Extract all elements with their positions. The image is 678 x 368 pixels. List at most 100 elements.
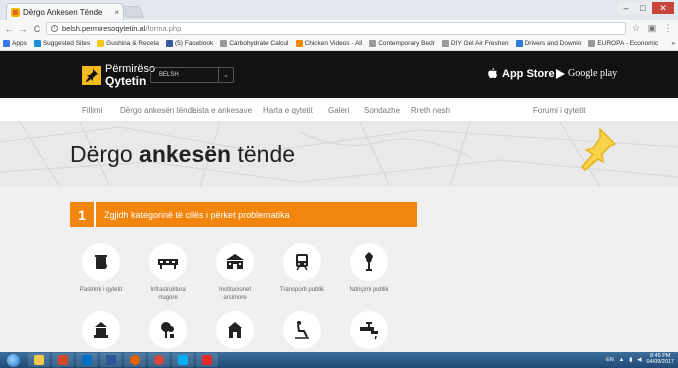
powerpoint-icon (58, 355, 68, 365)
bookmark-item[interactable]: Gushina & Receta (97, 40, 159, 47)
bookmark-label: Contemporary Bedr (378, 40, 435, 47)
google-play-icon (556, 68, 565, 79)
reload-icon[interactable]: C (32, 24, 42, 34)
address-bar-row: ← → C i belsh.permiresoqytetin.al/forma.… (0, 20, 678, 37)
category-city-cleaning[interactable]: Pastrimi i qytetit (73, 243, 129, 295)
site-favicon-icon (11, 7, 20, 17)
bookmark-item[interactable]: EUROPA - Economic (588, 40, 658, 47)
bookmark-icon (588, 40, 596, 47)
tree-icon (149, 311, 187, 349)
window-close-icon[interactable]: ✕ (652, 2, 674, 14)
category-road-infrastructure[interactable]: Infrastruktura rrugore (140, 243, 196, 302)
bookmark-icon (369, 40, 377, 47)
category-water[interactable] (341, 311, 397, 349)
nav-item-home[interactable]: Fillimi (82, 106, 102, 115)
skype-icon (178, 355, 188, 365)
app-store-label: App Store (502, 68, 555, 80)
nav-item-city-map[interactable]: Harta e qytetit (263, 106, 313, 115)
new-tab-button[interactable] (121, 6, 145, 18)
building-icon (82, 311, 120, 349)
bookmark-item[interactable]: Drivers and Downlo (515, 40, 581, 47)
nav-item-surveys[interactable]: Sondazhe (364, 106, 400, 115)
tab-title: Dërgo Ankesen Tënde (23, 7, 103, 17)
clock-date: 04/09/2017 (646, 358, 674, 365)
bookmark-label: Apps (12, 40, 27, 47)
clock[interactable]: 8:45 PM 04/09/2017 (646, 353, 674, 366)
category-public-transport[interactable]: Transporti publik (274, 243, 330, 295)
category-greenery[interactable] (140, 311, 196, 349)
step-label: Zgjidh kategorinë të cilës i përket prob… (104, 209, 290, 220)
bookmark-label: Suggested Sites (42, 40, 91, 47)
bookmark-item[interactable]: Chicken Videos - All (295, 40, 363, 47)
browser-menu-icon[interactable]: ⋮ (662, 23, 674, 34)
bookmark-item[interactable]: Apps (3, 40, 27, 47)
window-controls: – □ ✕ (618, 2, 674, 14)
bookmark-star-icon[interactable]: ☆ (630, 23, 642, 34)
site-info-icon[interactable]: i (51, 25, 58, 32)
taskbar-outlook[interactable] (76, 353, 98, 367)
tab-close-icon[interactable]: × (114, 8, 119, 17)
extension-icon[interactable]: ▣ (646, 23, 658, 34)
train-icon (283, 243, 321, 281)
url-input[interactable]: i belsh.permiresoqytetin.al/forma.php (46, 22, 626, 35)
bookmark-icon (97, 40, 105, 47)
language-indicator[interactable]: EN (606, 357, 614, 363)
back-icon[interactable]: ← (4, 24, 14, 34)
taskbar-acrobat[interactable] (196, 353, 218, 367)
nav-item-forum[interactable]: Forumi i qytetit (533, 106, 585, 115)
outlook-icon (82, 355, 92, 365)
nav-item-gallery[interactable]: Galeri (328, 106, 349, 115)
taskbar-powerpoint[interactable] (52, 353, 74, 367)
start-button[interactable] (0, 352, 26, 368)
maximize-icon[interactable]: □ (635, 2, 651, 14)
minimize-icon[interactable]: – (618, 2, 634, 14)
taskbar-firefox[interactable] (124, 353, 146, 367)
google-play-label: Google play (568, 68, 618, 79)
chrome-icon (154, 355, 164, 365)
page-title-part2: tënde (231, 141, 296, 167)
nav-item-send-complaint[interactable]: Dërgo ankesën tënde (120, 106, 197, 115)
bookmark-icon (3, 40, 10, 47)
bookmark-item[interactable]: Suggested Sites (33, 40, 91, 47)
browser-titlebar: Dërgo Ankesen Tënde × – □ ✕ (0, 0, 678, 20)
category-building[interactable] (73, 311, 129, 349)
site-logo[interactable]: Përmirëso Qytetin (82, 64, 155, 87)
page-title: Dërgo ankesën tënde (70, 141, 295, 168)
category-social[interactable] (207, 311, 263, 349)
taskbar-explorer[interactable] (28, 353, 50, 367)
bookmark-item[interactable]: Contemporary Bedr (369, 40, 435, 47)
taskbar-skype[interactable] (172, 353, 194, 367)
city-select[interactable]: BELSH ⌄ (150, 67, 234, 83)
more-bookmarks-icon[interactable]: » (671, 40, 675, 47)
water-tap-icon (350, 311, 388, 349)
taskbar-word[interactable] (100, 353, 122, 367)
page-title-bold: ankesën (139, 141, 232, 167)
nav-item-complaint-list[interactable]: Lista e ankesave (192, 106, 252, 115)
bookmark-item[interactable]: (5) Facebook (165, 40, 214, 47)
tray-arrow-icon[interactable]: ▲ (619, 357, 624, 363)
bookmark-label: (5) Facebook (174, 40, 214, 47)
category-public-lighting[interactable]: Ndriçimi publik (341, 243, 397, 295)
bookmark-icon (441, 40, 449, 47)
bookmark-item[interactable]: Carbohydrate Calcul (220, 40, 289, 47)
category-schools[interactable]: Institucionet arsimore (207, 243, 263, 302)
network-icon[interactable]: ▮ (629, 357, 632, 363)
app-store-link[interactable]: App Store (487, 68, 555, 80)
bookmark-icon (165, 40, 173, 47)
folder-icon (34, 355, 44, 365)
browser-tab[interactable]: Dërgo Ankesen Tënde × (6, 3, 124, 20)
category-label: Transporti publik (279, 287, 325, 293)
volume-icon[interactable]: ◀ (637, 357, 641, 363)
step-number: 1 (70, 202, 96, 227)
bookmark-item[interactable]: DIY Gel Air Freshen (441, 40, 509, 47)
google-play-link[interactable]: Google play (556, 68, 617, 79)
bookmark-label: Chicken Videos - All (304, 40, 363, 47)
firefox-icon (130, 355, 140, 365)
category-accessibility[interactable] (274, 311, 330, 349)
taskbar-chrome[interactable] (148, 353, 170, 367)
trash-bin-icon (82, 243, 120, 281)
nav-item-about[interactable]: Rreth nesh (411, 106, 450, 115)
bookmark-label: DIY Gel Air Freshen (450, 40, 509, 47)
pushpin-icon (581, 128, 616, 171)
forward-icon[interactable]: → (18, 24, 28, 34)
